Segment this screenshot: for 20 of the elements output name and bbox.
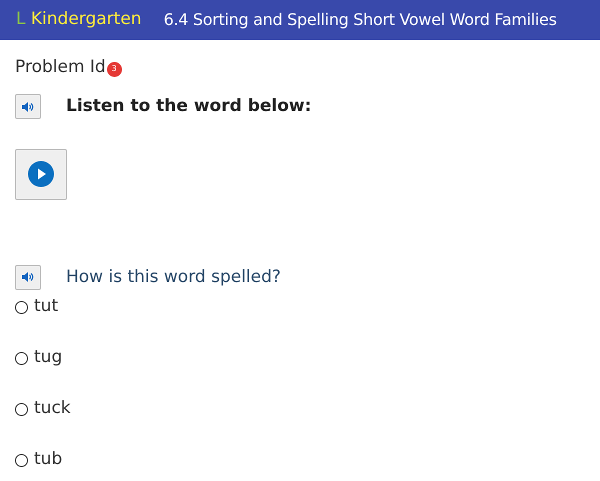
problem-id-label: Problem Id — [15, 56, 106, 80]
speaker-icon — [22, 102, 34, 112]
radio-button[interactable] — [15, 300, 28, 314]
speaker-icon — [22, 272, 34, 282]
radio-button[interactable] — [15, 352, 28, 364]
speaker-button[interactable] — [15, 94, 41, 120]
grade-label: L Kindergarten — [16, 8, 142, 32]
answer-option[interactable]: tub — [15, 449, 585, 471]
answer-option[interactable]: tuck — [15, 398, 585, 420]
problem-badge: 3 — [106, 62, 122, 76]
question-text: How is this word spelled? — [66, 266, 281, 288]
play-button[interactable] — [15, 148, 67, 200]
play-icon — [28, 161, 54, 187]
lesson-title: 6.4 Sorting and Spelling Short Vowel Word Families — [164, 9, 557, 31]
radio-button[interactable] — [15, 402, 28, 416]
speaker-button[interactable] — [15, 264, 41, 290]
answer-option[interactable]: tug — [15, 347, 585, 369]
instruction-text: Listen to the word below: — [66, 95, 312, 118]
answer-option[interactable]: tut — [15, 296, 585, 318]
radio-button[interactable] — [15, 454, 28, 466]
